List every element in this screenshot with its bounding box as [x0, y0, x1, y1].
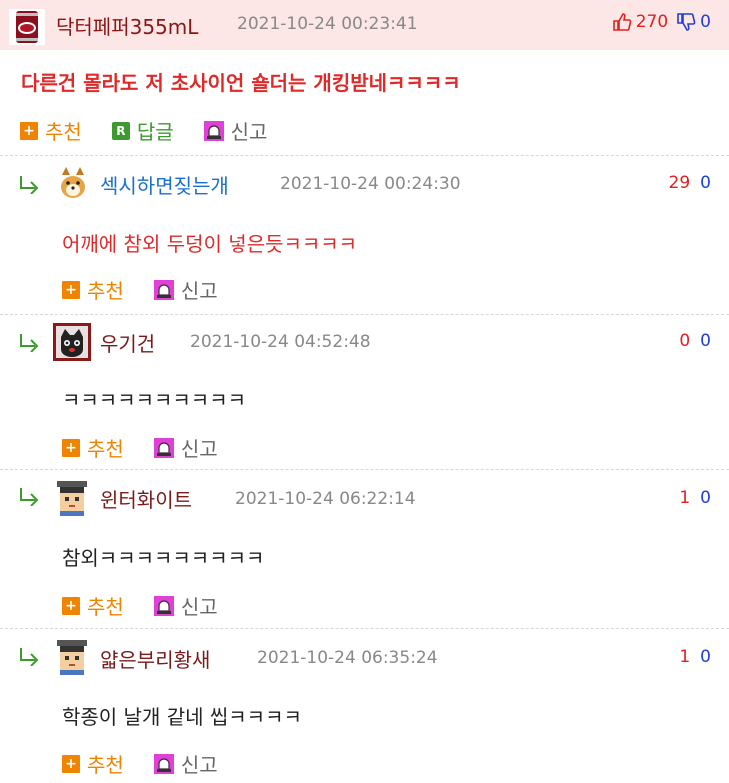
siren-icon — [153, 595, 174, 616]
reply-arrow-icon — [20, 176, 39, 194]
report-button[interactable]: 신고 — [153, 591, 218, 620]
comment-timestamp: 2021-10-24 00:24:30 — [280, 174, 461, 194]
comment-body: ㅋㅋㅋㅋㅋㅋㅋㅋㅋㅋ — [62, 388, 246, 412]
post-votes: 270 0 — [612, 12, 711, 32]
comment-item: 우기건 2021-10-24 04:52:48 0 0 ㅋㅋㅋㅋㅋㅋㅋㅋㅋㅋ +… — [0, 315, 729, 470]
plus-icon: + — [62, 596, 80, 615]
can-avatar — [9, 9, 45, 45]
comment-item: 섹시하면짖는개 2021-10-24 00:24:30 29 0 어깨에 참외 … — [0, 156, 729, 315]
post: 닥터페퍼355mL 2021-10-24 00:23:41 270 0 다른건 … — [0, 0, 729, 156]
comment-item: 얇은부리황새 2021-10-24 06:35:24 1 0 학종이 날개 같네… — [0, 629, 729, 783]
recommend-label: 추천 — [87, 595, 124, 619]
thumbs-down-icon[interactable] — [676, 12, 696, 32]
comment-downvote-count: 0 — [700, 488, 711, 508]
report-label: 신고 — [180, 437, 218, 461]
post-header: 닥터페퍼355mL 2021-10-24 00:23:41 270 0 — [0, 0, 729, 50]
siren-icon — [203, 120, 224, 141]
comment-author[interactable]: 우기건 — [100, 328, 155, 357]
post-timestamp: 2021-10-24 00:23:41 — [237, 14, 418, 34]
report-button[interactable]: 신고 — [203, 116, 268, 145]
comment-timestamp: 2021-10-24 06:35:24 — [257, 648, 438, 668]
plus-icon: + — [62, 754, 80, 773]
comment-downvote-count: 0 — [700, 173, 711, 193]
post-upvote-count: 270 — [635, 12, 669, 32]
comment-actions: + 추천 신고 — [62, 275, 248, 304]
post-actions: + 추천 R 답글 신고 — [20, 116, 297, 145]
recommend-label: 추천 — [87, 437, 124, 461]
comment-item: 윈터화이트 2021-10-24 06:22:14 1 0 참외ㅋㅋㅋㅋㅋㅋㅋㅋ… — [0, 470, 729, 629]
pixel-person-avatar — [53, 637, 91, 675]
siren-icon — [153, 437, 174, 458]
dog-avatar — [53, 163, 91, 201]
plus-icon: + — [62, 438, 80, 457]
plus-icon: + — [62, 280, 80, 299]
report-button[interactable]: 신고 — [153, 275, 218, 304]
comment-body: 학종이 날개 같네 씹ㅋㅋㅋㅋ — [62, 705, 302, 729]
recommend-button[interactable]: + 추천 — [62, 591, 124, 620]
comment-votes: 29 0 — [669, 173, 711, 193]
reply-button[interactable]: R 답글 — [111, 116, 174, 145]
comment-actions: + 추천 신고 — [62, 591, 248, 620]
reply-icon: R — [111, 121, 130, 140]
comment-actions: + 추천 신고 — [62, 433, 248, 462]
post-downvote-count: 0 — [700, 12, 711, 32]
comment-actions: + 추천 신고 — [62, 749, 248, 778]
comment-upvote-count: 1 — [679, 488, 691, 508]
comment-upvote-count: 0 — [679, 331, 691, 351]
comment-downvote-count: 0 — [700, 331, 711, 351]
comment-author[interactable]: 섹시하면짖는개 — [100, 170, 229, 199]
siren-icon — [153, 279, 174, 300]
comment-upvote-count: 1 — [679, 647, 691, 667]
comment-votes: 0 0 — [679, 331, 711, 351]
recommend-label: 추천 — [87, 279, 124, 303]
report-button[interactable]: 신고 — [153, 749, 218, 778]
report-label: 신고 — [180, 279, 218, 303]
comment-timestamp: 2021-10-24 06:22:14 — [235, 489, 416, 509]
post-body: 다른건 몰라도 저 초사이언 숄더는 개킹받네ㅋㅋㅋㅋ — [21, 71, 461, 95]
post-author[interactable]: 닥터페퍼355mL — [56, 11, 198, 40]
comment-timestamp: 2021-10-24 04:52:48 — [190, 332, 371, 352]
report-label: 신고 — [180, 595, 218, 619]
comment-votes: 1 0 — [679, 647, 711, 667]
comment-author[interactable]: 얇은부리황새 — [100, 644, 210, 673]
report-label: 신고 — [230, 120, 268, 144]
reply-label: 답글 — [136, 120, 174, 144]
report-button[interactable]: 신고 — [153, 433, 218, 462]
recommend-button[interactable]: + 추천 — [20, 116, 82, 145]
report-label: 신고 — [180, 753, 218, 777]
comment-upvote-count: 29 — [668, 173, 691, 193]
recommend-label: 추천 — [45, 120, 82, 144]
reply-arrow-icon — [20, 334, 39, 352]
comment-votes: 1 0 — [679, 488, 711, 508]
thumbs-up-icon[interactable] — [612, 12, 632, 32]
comment-author[interactable]: 윈터화이트 — [100, 484, 192, 513]
reply-arrow-icon — [20, 488, 39, 506]
comment-body: 참외ㅋㅋㅋㅋㅋㅋㅋㅋㅋ — [62, 546, 265, 570]
recommend-button[interactable]: + 추천 — [62, 749, 124, 778]
comment-downvote-count: 0 — [700, 647, 711, 667]
comment-body: 어깨에 참외 두덩이 넣은듯ㅋㅋㅋㅋ — [62, 232, 358, 256]
pixel-person-avatar — [53, 478, 91, 516]
comment-thread: 닥터페퍼355mL 2021-10-24 00:23:41 270 0 다른건 … — [0, 0, 729, 783]
recommend-label: 추천 — [87, 753, 124, 777]
plus-icon: + — [20, 121, 38, 140]
cat-avatar — [53, 323, 91, 361]
recommend-button[interactable]: + 추천 — [62, 433, 124, 462]
siren-icon — [153, 753, 174, 774]
recommend-button[interactable]: + 추천 — [62, 275, 124, 304]
reply-arrow-icon — [20, 648, 39, 666]
